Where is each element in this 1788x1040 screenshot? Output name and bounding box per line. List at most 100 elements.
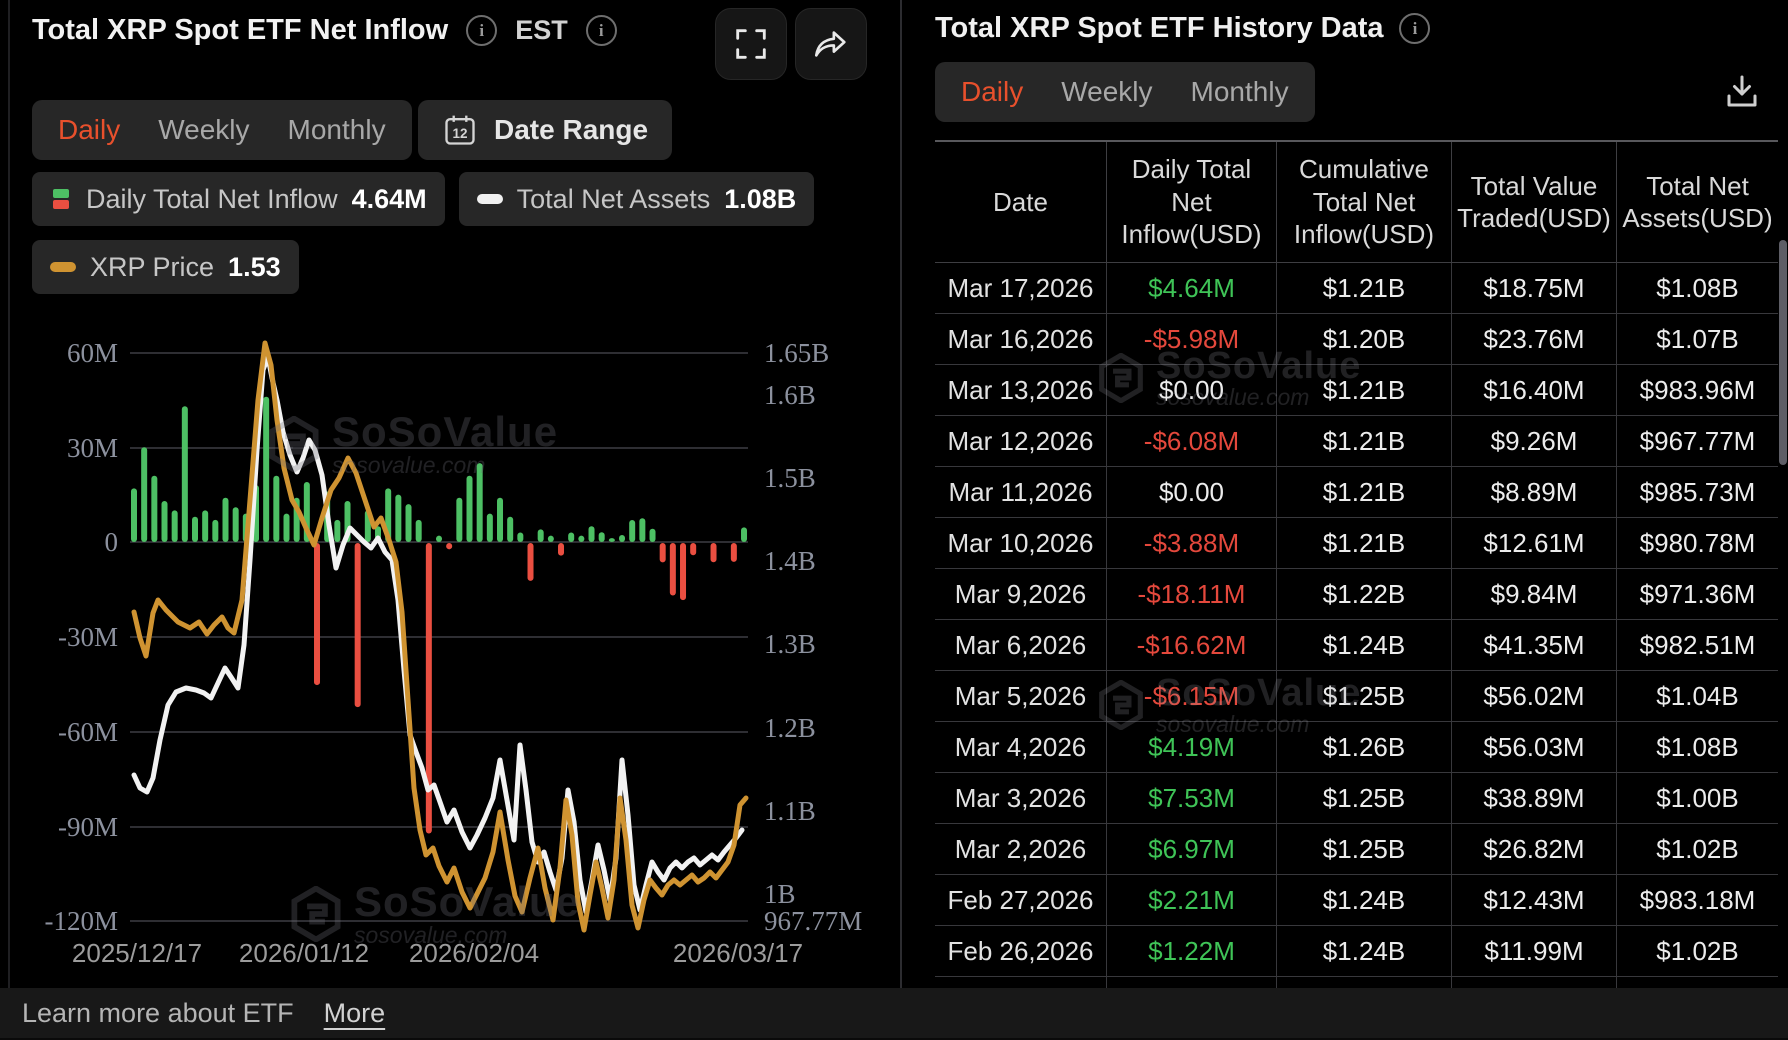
cell-date: Mar 5,2026 bbox=[935, 671, 1107, 721]
share-button[interactable] bbox=[795, 8, 867, 80]
legend-total-net-assets[interactable]: Total Net Assets 1.08B bbox=[459, 172, 815, 226]
cell-value-traded: $9.84M bbox=[1452, 569, 1617, 619]
cell-net-assets: $1.06B bbox=[1617, 977, 1778, 988]
page-title: Total XRP Spot ETF Net Inflow bbox=[32, 14, 448, 47]
cell-date: Mar 12,2026 bbox=[935, 416, 1107, 466]
table-row: Feb 25,2026$3.09M$1.24B$22.73M$1.06B bbox=[935, 977, 1778, 988]
cell-net-assets: $1.07B bbox=[1617, 314, 1778, 364]
cell-value-traded: $56.03M bbox=[1452, 722, 1617, 772]
table-row: Mar 2,2026$6.97M$1.25B$26.82M$1.02B bbox=[935, 824, 1778, 875]
legend-daily-net-inflow[interactable]: Daily Total Net Inflow 4.64M bbox=[32, 172, 445, 226]
fullscreen-button[interactable] bbox=[715, 8, 787, 80]
footer-bar: Learn more about ETF More bbox=[0, 988, 1788, 1038]
tab-monthly[interactable]: Monthly bbox=[1175, 62, 1305, 122]
price-dash-icon bbox=[50, 262, 76, 272]
history-table: Date Daily Total Net Inflow(USD) Cumulat… bbox=[935, 140, 1778, 988]
tab-daily[interactable]: Daily bbox=[945, 62, 1039, 122]
cell-value-traded: $12.61M bbox=[1452, 518, 1617, 568]
tab-weekly[interactable]: Weekly bbox=[1045, 62, 1168, 122]
cell-daily-inflow: $1.22M bbox=[1107, 926, 1277, 976]
table-body: Mar 17,2026$4.64M$1.21B$18.75M$1.08BMar … bbox=[935, 263, 1778, 988]
cell-value-traded: $22.73M bbox=[1452, 977, 1617, 988]
history-data-panel: Total XRP Spot ETF History Data i Daily … bbox=[902, 0, 1788, 988]
cell-daily-inflow: $0.00 bbox=[1107, 365, 1277, 415]
col-header-cumulative-inflow: Cumulative Total Net Inflow(USD) bbox=[1277, 142, 1452, 262]
cell-net-assets: $980.78M bbox=[1617, 518, 1778, 568]
table-row: Mar 13,2026$0.00$1.21B$16.40M$983.96M bbox=[935, 365, 1778, 416]
cell-net-assets: $982.51M bbox=[1617, 620, 1778, 670]
legend-label: Total Net Assets bbox=[517, 184, 711, 215]
cell-net-assets: $1.08B bbox=[1617, 722, 1778, 772]
cell-daily-inflow: -$6.08M bbox=[1107, 416, 1277, 466]
legend-xrp-price[interactable]: XRP Price 1.53 bbox=[32, 240, 299, 294]
cell-net-assets: $1.04B bbox=[1617, 671, 1778, 721]
cell-cumulative-inflow: $1.21B bbox=[1277, 365, 1452, 415]
cell-daily-inflow: $6.97M bbox=[1107, 824, 1277, 874]
cell-daily-inflow: -$3.88M bbox=[1107, 518, 1277, 568]
history-data-title: Total XRP Spot ETF History Data bbox=[935, 12, 1383, 45]
cell-net-assets: $983.18M bbox=[1617, 875, 1778, 925]
cell-daily-inflow: $3.09M bbox=[1107, 977, 1277, 988]
cell-value-traded: $16.40M bbox=[1452, 365, 1617, 415]
table-row: Mar 4,2026$4.19M$1.26B$56.03M$1.08B bbox=[935, 722, 1778, 773]
cell-daily-inflow: -$5.98M bbox=[1107, 314, 1277, 364]
cell-net-assets: $985.73M bbox=[1617, 467, 1778, 517]
cell-net-assets: $1.00B bbox=[1617, 773, 1778, 823]
cell-daily-inflow: $2.21M bbox=[1107, 875, 1277, 925]
date-range-button[interactable]: 12 Date Range bbox=[418, 100, 672, 160]
col-header-net-assets: Total Net Assets(USD) bbox=[1617, 142, 1778, 262]
table-row: Feb 27,2026$2.21M$1.24B$12.43M$983.18M bbox=[935, 875, 1778, 926]
cell-date: Feb 26,2026 bbox=[935, 926, 1107, 976]
cell-cumulative-inflow: $1.24B bbox=[1277, 875, 1452, 925]
legend-label: Daily Total Net Inflow bbox=[86, 184, 338, 215]
cell-value-traded: $41.35M bbox=[1452, 620, 1617, 670]
cell-cumulative-inflow: $1.25B bbox=[1277, 773, 1452, 823]
footer-more-link[interactable]: More bbox=[324, 998, 386, 1029]
cell-daily-inflow: $4.64M bbox=[1107, 263, 1277, 313]
cell-value-traded: $9.26M bbox=[1452, 416, 1617, 466]
cell-date: Mar 11,2026 bbox=[935, 467, 1107, 517]
download-button[interactable] bbox=[1720, 70, 1764, 114]
cell-date: Mar 3,2026 bbox=[935, 773, 1107, 823]
fullscreen-icon bbox=[732, 25, 770, 63]
table-row: Mar 9,2026-$18.11M$1.22B$9.84M$971.36M bbox=[935, 569, 1778, 620]
cell-cumulative-inflow: $1.25B bbox=[1277, 824, 1452, 874]
tab-weekly[interactable]: Weekly bbox=[142, 100, 265, 160]
cell-daily-inflow: -$6.15M bbox=[1107, 671, 1277, 721]
table-row: Mar 10,2026-$3.88M$1.21B$12.61M$980.78M bbox=[935, 518, 1778, 569]
cell-net-assets: $983.96M bbox=[1617, 365, 1778, 415]
table-period-tabs: Daily Weekly Monthly bbox=[935, 62, 1315, 122]
cell-date: Mar 10,2026 bbox=[935, 518, 1107, 568]
cell-cumulative-inflow: $1.21B bbox=[1277, 518, 1452, 568]
table-row: Mar 5,2026-$6.15M$1.25B$56.02M$1.04B bbox=[935, 671, 1778, 722]
cell-date: Mar 4,2026 bbox=[935, 722, 1107, 772]
cell-net-assets: $967.77M bbox=[1617, 416, 1778, 466]
cell-cumulative-inflow: $1.24B bbox=[1277, 977, 1452, 988]
info-icon[interactable]: i bbox=[586, 15, 617, 46]
tab-monthly[interactable]: Monthly bbox=[272, 100, 402, 160]
table-row: Mar 11,2026$0.00$1.21B$8.89M$985.73M bbox=[935, 467, 1778, 518]
info-icon[interactable]: i bbox=[1399, 13, 1430, 44]
info-icon[interactable]: i bbox=[466, 15, 497, 46]
table-scrollbar-thumb[interactable] bbox=[1779, 240, 1787, 465]
cell-value-traded: $8.89M bbox=[1452, 467, 1617, 517]
cell-value-traded: $23.76M bbox=[1452, 314, 1617, 364]
legend-label: XRP Price bbox=[90, 252, 214, 283]
timezone-label: EST bbox=[515, 15, 568, 46]
cell-daily-inflow: $4.19M bbox=[1107, 722, 1277, 772]
cell-date: Mar 2,2026 bbox=[935, 824, 1107, 874]
legend-row: Daily Total Net Inflow 4.64M Total Net A… bbox=[32, 172, 814, 226]
cell-cumulative-inflow: $1.21B bbox=[1277, 467, 1452, 517]
chart-period-tabs: Daily Weekly Monthly bbox=[32, 100, 412, 160]
table-row: Mar 16,2026-$5.98M$1.20B$23.76M$1.07B bbox=[935, 314, 1778, 365]
legend-row: XRP Price 1.53 bbox=[32, 240, 299, 294]
col-header-daily-inflow: Daily Total Net Inflow(USD) bbox=[1107, 142, 1277, 262]
net-inflow-panel: Total XRP Spot ETF Net Inflow i EST i Da… bbox=[10, 0, 900, 988]
col-header-date: Date bbox=[935, 142, 1107, 262]
tab-daily[interactable]: Daily bbox=[42, 100, 136, 160]
cell-cumulative-inflow: $1.20B bbox=[1277, 314, 1452, 364]
cell-date: Mar 9,2026 bbox=[935, 569, 1107, 619]
legend-value: 1.08B bbox=[724, 184, 796, 215]
cell-date: Feb 27,2026 bbox=[935, 875, 1107, 925]
cell-daily-inflow: $7.53M bbox=[1107, 773, 1277, 823]
